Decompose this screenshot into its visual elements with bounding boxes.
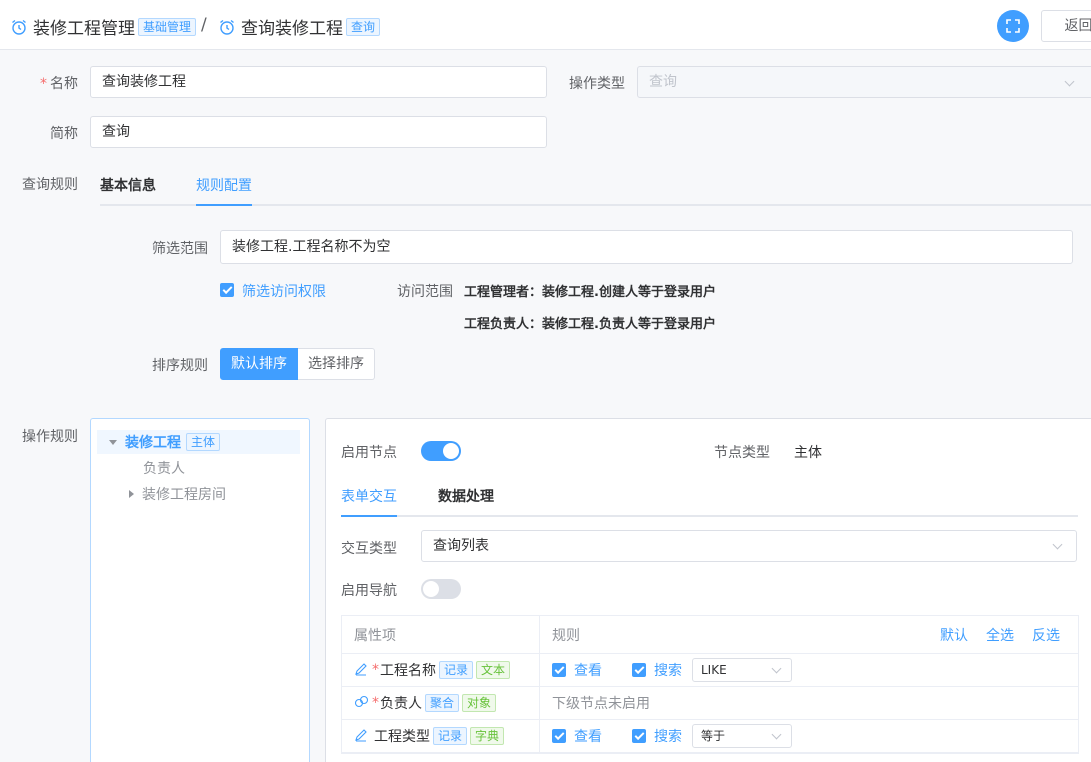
search-label[interactable]: 搜索 [654,660,682,680]
node-config-panel: 启用节点 节点类型 主体 表单交互 数据处理 交互类型 查询列表 启用导航 属性… [325,418,1091,762]
page-header: 装修工程管理 基础管理 / 查询装修工程 查询 返回 [0,0,1091,50]
caret-right-icon [129,490,134,498]
fullscreen-icon [1006,19,1020,33]
breadcrumb-title-query: 查询装修工程 [241,19,343,39]
attr-tag-dict: 字典 [470,727,505,745]
attr-tag-text: 文本 [476,661,511,679]
search-label[interactable]: 搜索 [654,726,682,746]
query-rule-label: 查询规则 [22,177,78,193]
tree-node-rooms[interactable]: 装修工程房间 [97,482,226,506]
enable-nav-label: 启用导航 [341,583,397,599]
attr-tag-record: 记录 [439,661,474,679]
tree-node-root-label: 装修工程 [125,435,181,451]
tab-active-indicator [196,204,252,206]
subnode-disabled-text: 下级节点未启用 [552,696,650,712]
attr-name: 负责人 [380,696,422,712]
short-name-input[interactable]: 查询 [90,116,547,148]
table-row: * 工程名称 记录 文本 查看 搜索 LIKE [342,654,1078,687]
choose-sort-button[interactable]: 选择排序 [298,348,375,380]
tab-active-indicator [341,515,397,517]
access-scope-row-2: 工程负责人：装修工程.负责人等于登录用户 [464,317,716,332]
operation-rule-label: 操作规则 [22,429,78,445]
back-button[interactable]: 返回 [1041,10,1091,42]
enable-node-label: 启用节点 [341,445,397,461]
short-name-label: 简称 [50,126,78,142]
enable-node-switch[interactable] [421,441,461,461]
caret-down-icon [109,439,117,445]
attribute-table: 属性项 规则 默认 全选 反选 * 工程名称 记录 文本 查看 搜索 LIKE … [341,615,1079,754]
table-header: 属性项 规则 默认 全选 反选 [342,616,1078,654]
attr-tag-aggregate: 聚合 [425,694,460,712]
fullscreen-button[interactable] [997,10,1029,42]
link-chain-icon [354,695,370,711]
attr-name: 工程类型 [374,729,430,745]
col-rule-header: 规则 默认 全选 反选 [540,616,1080,653]
alarm-clock-icon [220,19,234,35]
table-row: * 负责人 聚合 对象 下级节点未启用 [342,687,1078,720]
breadcrumb-separator: / [201,15,207,35]
tree-node-owner-label: 负责人 [143,461,185,477]
search-checkbox[interactable] [632,663,646,677]
interaction-type-select[interactable]: 查询列表 [421,530,1077,562]
name-input[interactable]: 查询装修工程 [90,66,547,98]
enable-nav-switch[interactable] [421,579,461,599]
node-tree: 装修工程 主体 负责人 装修工程房间 [90,418,310,762]
col-attribute-header: 属性项 [342,616,540,653]
access-scope-label: 访问范围 [397,284,453,300]
invert-selection-link[interactable]: 反选 [1032,625,1060,645]
tab-rule-config[interactable]: 规则配置 [196,166,252,206]
edit-pencil-icon [354,662,370,678]
chevron-down-icon [771,729,782,740]
breadcrumb-item-query: 查询装修工程 查询 [218,14,381,39]
query-rule-tabs: 基本信息 规则配置 [100,166,1091,206]
view-checkbox[interactable] [552,729,566,743]
edit-pencil-icon [354,728,370,744]
tree-node-owner[interactable]: 负责人 [97,456,185,480]
breadcrumb-tag-query: 查询 [346,17,381,36]
view-label[interactable]: 查看 [574,726,602,746]
attr-name: 工程名称 [380,663,436,679]
tree-node-rooms-label: 装修工程房间 [142,487,226,503]
default-sort-button[interactable]: 默认排序 [220,348,298,380]
tab-data-processing[interactable]: 数据处理 [438,477,494,517]
access-scope-row-1: 工程管理者：装修工程.创建人等于登录用户 [464,285,716,300]
node-config-tabs: 表单交互 数据处理 [341,477,1078,517]
match-operator-select[interactable]: LIKE [692,658,792,682]
tree-node-root[interactable]: 装修工程 主体 [97,430,300,454]
operation-type-label: 操作类型 [569,76,625,92]
interaction-type-label: 交互类型 [341,541,397,557]
breadcrumb-title-manage: 装修工程管理 [33,19,135,39]
chevron-down-icon [771,663,782,674]
name-label: * 名称 [40,76,78,92]
filter-scope-label: 筛选范围 [152,241,208,257]
access-filter-checkbox[interactable] [220,283,234,297]
node-type-value: 主体 [794,445,822,461]
filter-scope-input[interactable]: 装修工程.工程名称不为空 [220,230,1073,264]
attr-tag-object: 对象 [462,694,497,712]
attr-tag-record: 记录 [433,727,468,745]
operation-type-select[interactable]: 查询 [637,66,1091,98]
view-checkbox[interactable] [552,663,566,677]
breadcrumb-item-manage[interactable]: 装修工程管理 基础管理 [10,14,197,39]
tab-form-interaction[interactable]: 表单交互 [341,477,397,517]
tab-basic-info[interactable]: 基本信息 [100,166,156,206]
access-filter-label[interactable]: 筛选访问权限 [242,281,326,301]
node-type-label: 节点类型 [714,445,770,461]
select-all-link[interactable]: 全选 [986,625,1014,645]
sort-rule-group: 默认排序 选择排序 [220,348,375,380]
match-operator-select[interactable]: 等于 [692,724,792,748]
view-label[interactable]: 查看 [574,660,602,680]
search-checkbox[interactable] [632,729,646,743]
alarm-clock-icon [12,19,26,35]
sort-rule-label: 排序规则 [152,358,208,374]
main-content: * 名称 查询装修工程 操作类型 查询 简称 查询 查询规则 基本信息 规则配置 … [0,50,1091,762]
breadcrumb-tag-manage: 基础管理 [138,17,197,36]
tree-node-root-tag: 主体 [186,433,221,451]
table-row: 工程类型 记录 字典 查看 搜索 等于 [342,720,1078,753]
default-link[interactable]: 默认 [940,625,968,645]
